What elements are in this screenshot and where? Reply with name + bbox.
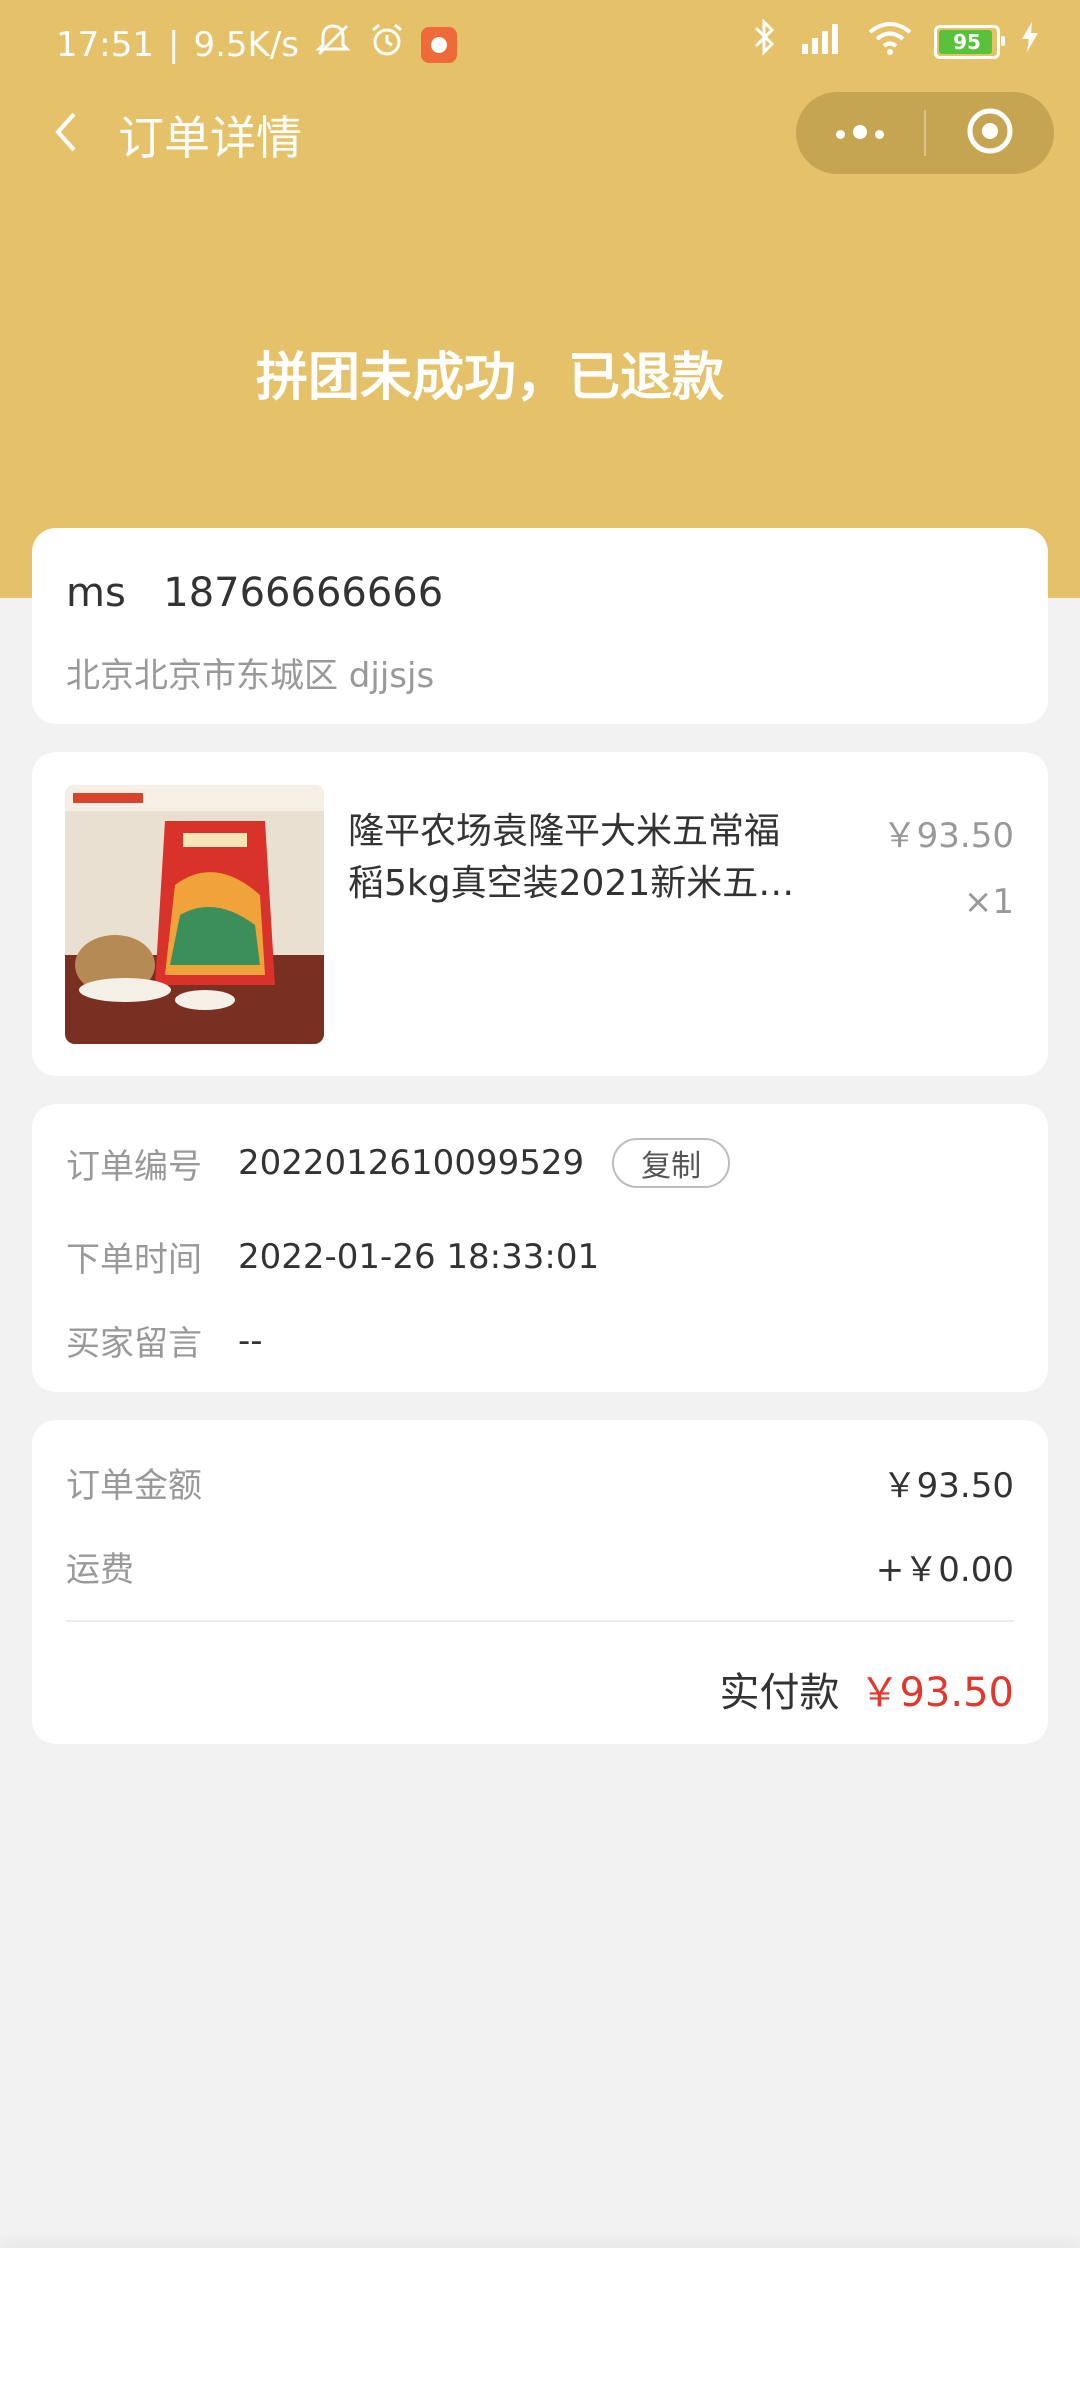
buyer-message-label: 买家留言	[66, 1324, 202, 1364]
order-amount-value: ￥93.50	[882, 1466, 1014, 1506]
copy-order-number-button[interactable]: 复制	[612, 1138, 731, 1188]
product-title: 隆平农场袁隆平大米五常福稻5kg真空装2021新米五…	[348, 811, 795, 904]
order-amount-label: 订单金额	[66, 1466, 202, 1506]
order-status-text: 拼团未成功，已退款	[255, 348, 724, 408]
bottom-bar	[0, 2248, 1080, 2400]
order-number-label: 订单编号	[66, 1146, 202, 1187]
recipient-phone: 18766666666	[163, 570, 444, 616]
status-bar: 17:51 | 9.5K/s 95	[0, 0, 1080, 84]
more-icon	[832, 124, 888, 143]
back-button[interactable]	[36, 104, 96, 164]
payment-summary-card: 订单金额 ￥93.50 运费 +￥0.00 实付款 ￥93.50	[32, 1420, 1048, 1744]
page-title: 订单详情	[118, 111, 302, 165]
charging-icon	[1020, 20, 1040, 63]
mute-icon	[313, 20, 353, 69]
paid-value: ￥93.50	[859, 1670, 1014, 1716]
recipient-name: ms	[66, 570, 126, 616]
alarm-icon	[367, 20, 407, 69]
order-time-value: 2022-01-26 18:33:01	[238, 1236, 600, 1277]
shipping-row: 运费 +￥0.00	[66, 1542, 1014, 1591]
signal-icon	[798, 18, 846, 65]
close-mini-program-button[interactable]	[926, 92, 1054, 174]
order-number-row: 订单编号 2022012610099529 复制	[66, 1138, 731, 1188]
address-detail: 北京北京市东城区 djjsjs	[66, 656, 435, 696]
buyer-message-row: 买家留言 --	[66, 1316, 263, 1365]
network-speed: 9.5K/s	[193, 24, 299, 65]
bluetooth-icon	[752, 18, 778, 65]
order-amount-row: 订单金额 ￥93.50	[66, 1458, 1014, 1507]
battery-percent: 95	[953, 29, 981, 54]
paid-label: 实付款	[719, 1670, 840, 1716]
product-price: ￥93.50	[882, 816, 1014, 856]
wifi-icon	[866, 18, 914, 65]
status-time: 17:51	[56, 24, 154, 65]
buyer-message-value: --	[238, 1320, 263, 1361]
product-image	[65, 785, 324, 1044]
nav-bar: 订单详情	[0, 84, 1080, 184]
order-number-value: 2022012610099529	[238, 1143, 585, 1183]
paid-total: 实付款 ￥93.50	[719, 1660, 1014, 1718]
shipping-label: 运费	[66, 1550, 134, 1590]
recipient: ms 18766666666	[66, 570, 443, 616]
order-info-card: 订单编号 2022012610099529 复制 下单时间 2022-01-26…	[32, 1104, 1048, 1392]
order-time-label: 下单时间	[66, 1240, 202, 1280]
order-time-row: 下单时间 2022-01-26 18:33:01	[66, 1232, 599, 1281]
target-icon	[964, 105, 1016, 161]
product-card[interactable]: 隆平农场袁隆平大米五常福稻5kg真空装2021新米五… ￥93.50 ×1	[32, 752, 1048, 1076]
app-notification-icon	[421, 26, 457, 63]
product-quantity: ×1	[963, 882, 1014, 922]
shipping-value: +￥0.00	[875, 1550, 1014, 1590]
address-card: ms 18766666666 北京北京市东城区 djjsjs	[32, 528, 1048, 724]
battery-icon: 95	[934, 24, 1005, 59]
summary-divider	[66, 1620, 1014, 1622]
mini-program-capsule	[796, 92, 1054, 174]
back-icon	[48, 108, 84, 160]
more-button[interactable]	[796, 92, 924, 174]
status-separator: |	[167, 24, 180, 65]
